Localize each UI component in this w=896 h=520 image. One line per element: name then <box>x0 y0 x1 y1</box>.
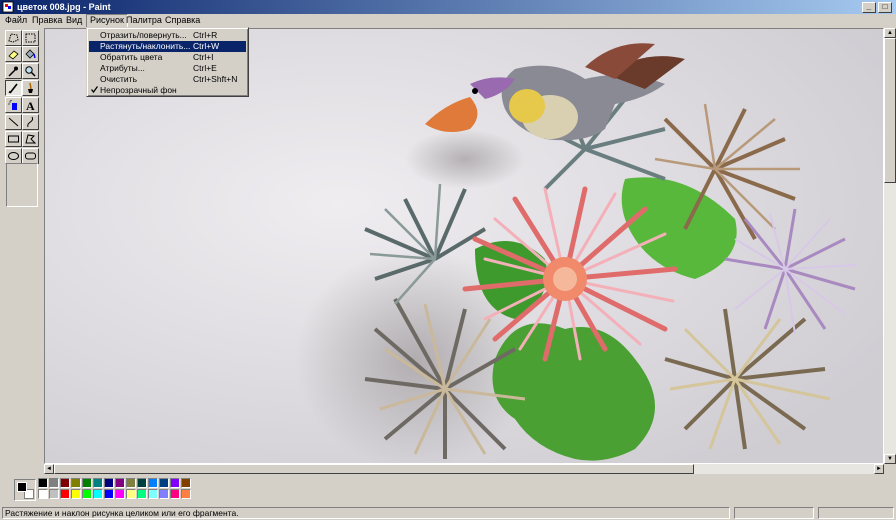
palette-swatch[interactable] <box>93 478 103 488</box>
horizontal-scrollbar[interactable]: ◄ ► <box>44 464 884 474</box>
eraser-icon <box>8 50 19 60</box>
vertical-scrollbar[interactable]: ▲ ▼ <box>884 28 896 464</box>
menu-help[interactable]: Справка <box>162 14 203 28</box>
palette-swatch[interactable] <box>126 489 136 499</box>
status-pane-coords <box>734 507 814 519</box>
current-colors[interactable] <box>14 479 36 501</box>
palette-swatch[interactable] <box>82 489 92 499</box>
scroll-right-button[interactable]: ► <box>874 464 884 474</box>
palette-swatch[interactable] <box>49 489 59 499</box>
airbrush-icon <box>8 99 17 110</box>
checkmark-icon <box>90 85 99 97</box>
status-pane-size <box>818 507 894 519</box>
palette-swatch[interactable] <box>181 489 191 499</box>
palette-swatch[interactable] <box>159 478 169 488</box>
polygon-icon <box>25 134 37 144</box>
scroll-up-button[interactable]: ▲ <box>884 28 896 38</box>
palette-swatch[interactable] <box>49 478 59 488</box>
menu-bar: Файл Правка Вид Рисунок Палитра Справка <box>0 14 896 28</box>
palette-swatch[interactable] <box>137 478 147 488</box>
status-text: Растяжение и наклон рисунка целиком или … <box>2 507 730 519</box>
pencil-tool[interactable] <box>5 80 22 96</box>
toolbox: A <box>0 28 44 474</box>
palette-swatch[interactable] <box>71 478 81 488</box>
image-menu-dropdown: Отразить/повернуть... Ctrl+R Растянуть/н… <box>86 27 249 97</box>
rounded-rectangle-tool[interactable] <box>22 148 39 164</box>
brush-icon <box>28 82 33 93</box>
eraser-tool[interactable] <box>5 46 22 62</box>
menu-image[interactable]: Рисунок <box>86 14 128 28</box>
palette-swatch[interactable] <box>159 489 169 499</box>
rect-select-icon <box>25 33 36 43</box>
palette-swatch[interactable] <box>104 478 114 488</box>
palette-swatch[interactable] <box>137 489 147 499</box>
text-tool[interactable]: A <box>22 97 39 113</box>
palette-swatch[interactable] <box>181 478 191 488</box>
palette-swatch[interactable] <box>93 489 103 499</box>
rect-select-tool[interactable] <box>22 30 39 46</box>
scroll-left-button[interactable]: ◄ <box>44 464 54 474</box>
menu-file[interactable]: Файл <box>2 14 30 28</box>
foreground-color-box[interactable] <box>17 482 27 492</box>
text-icon: A <box>26 99 35 111</box>
minimize-button[interactable]: _ <box>862 2 876 13</box>
curve-tool[interactable] <box>22 114 39 130</box>
svg-text:A: A <box>26 99 35 111</box>
paint-app-icon <box>2 1 14 13</box>
palette-swatch[interactable] <box>148 489 158 499</box>
palette-swatch[interactable] <box>104 489 114 499</box>
ellipse-tool[interactable] <box>5 148 22 164</box>
pencil-icon <box>8 83 18 94</box>
status-bar: Растяжение и наклон рисунка целиком или … <box>0 506 896 520</box>
line-icon <box>8 117 19 127</box>
palette-swatch[interactable] <box>126 478 136 488</box>
paint-bucket-icon <box>25 49 36 59</box>
curve-icon <box>27 116 34 128</box>
menu-item-invert-colors[interactable]: Обратить цвета Ctrl+I <box>89 52 246 63</box>
magnifier-icon <box>25 66 36 77</box>
vertical-scroll-thumb[interactable] <box>884 38 896 183</box>
palette-swatch[interactable] <box>71 489 81 499</box>
menu-view[interactable]: Вид <box>63 14 85 28</box>
palette-swatch[interactable] <box>82 478 92 488</box>
menu-item-clear-image[interactable]: Очистить Ctrl+Shft+N <box>89 74 246 85</box>
palette-swatch[interactable] <box>38 478 48 488</box>
ellipse-icon <box>8 152 19 160</box>
rounded-rectangle-icon <box>25 152 36 160</box>
airbrush-tool[interactable] <box>5 97 22 113</box>
magnifier-tool[interactable] <box>22 63 39 79</box>
brush-tool[interactable] <box>22 80 39 96</box>
palette-swatch[interactable] <box>60 489 70 499</box>
color-picker-tool[interactable] <box>5 63 22 79</box>
palette-swatch[interactable] <box>60 478 70 488</box>
menu-item-stretch-skew[interactable]: Растянуть/наклонить... Ctrl+W <box>89 41 246 52</box>
menu-item-opaque-background[interactable]: Непрозрачный фон <box>89 85 246 96</box>
maximize-button[interactable]: □ <box>878 2 892 13</box>
eyedropper-icon <box>8 66 18 77</box>
palette-swatch[interactable] <box>170 489 180 499</box>
palette-swatch[interactable] <box>148 478 158 488</box>
color-palette <box>0 474 896 504</box>
palette-swatch[interactable] <box>115 489 125 499</box>
rectangle-tool[interactable] <box>5 131 22 147</box>
polygon-tool[interactable] <box>22 131 39 147</box>
menu-edit[interactable]: Правка <box>29 14 65 28</box>
scroll-down-button[interactable]: ▼ <box>884 454 896 464</box>
horizontal-scroll-thumb[interactable] <box>54 464 694 474</box>
palette-swatch[interactable] <box>115 478 125 488</box>
palette-swatch[interactable] <box>38 489 48 499</box>
menu-colors[interactable]: Палитра <box>123 14 165 28</box>
menu-item-attributes[interactable]: Атрибуты... Ctrl+E <box>89 63 246 74</box>
line-tool[interactable] <box>5 114 22 130</box>
tool-options-panel[interactable] <box>6 163 38 207</box>
free-select-icon <box>8 33 19 43</box>
palette-swatch[interactable] <box>170 478 180 488</box>
free-select-tool[interactable] <box>5 30 22 46</box>
window-title: цветок 008.jpg - Paint <box>17 2 111 12</box>
title-bar: цветок 008.jpg - Paint _ □ <box>0 0 896 14</box>
fill-tool[interactable] <box>22 46 39 62</box>
menu-item-flip-rotate[interactable]: Отразить/повернуть... Ctrl+R <box>89 30 246 41</box>
rectangle-icon <box>8 135 19 143</box>
